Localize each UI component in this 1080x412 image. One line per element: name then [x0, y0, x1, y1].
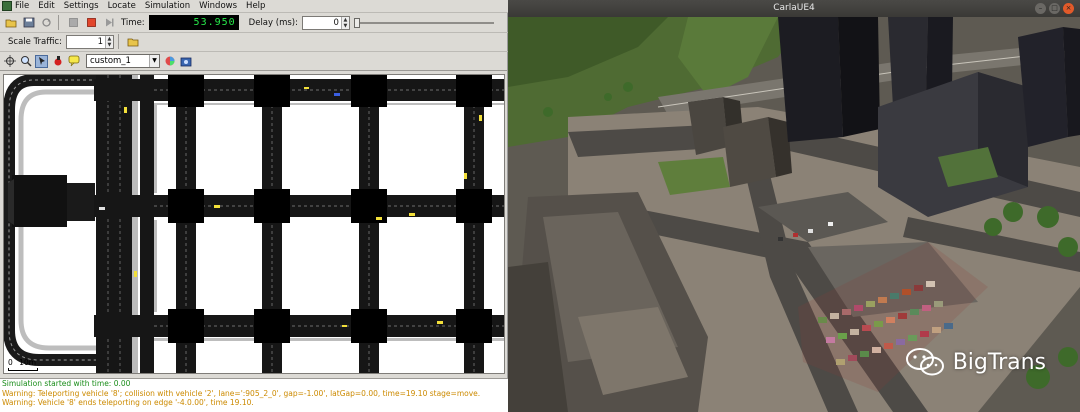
slider-track [353, 21, 494, 24]
sumo-app-icon [2, 1, 12, 11]
network-viewport[interactable]: 0 10m [3, 74, 505, 374]
road-network-map [4, 75, 504, 373]
close-icon[interactable]: × [1063, 3, 1074, 14]
screenshot-icon[interactable] [179, 55, 192, 68]
scale-traffic-spinner[interactable]: 1 ▲ ▼ [65, 34, 114, 49]
locate-icon[interactable] [3, 55, 16, 68]
time-label: Time: [121, 17, 145, 28]
select-icon[interactable] [35, 54, 48, 68]
view-scheme-value: custom_1 [90, 56, 131, 66]
wechat-logo-icon [905, 348, 944, 376]
color-wheel-icon[interactable] [163, 55, 176, 68]
spinner-arrows-icon[interactable]: ▲ ▼ [104, 35, 113, 48]
delay-slider[interactable] [353, 16, 494, 30]
watermark: BigTrans [905, 346, 1046, 378]
menu-locate[interactable]: Locate [108, 1, 136, 11]
folder-open-icon[interactable] [3, 15, 18, 30]
time-display: 53.950 [148, 15, 239, 30]
watermark-text: BigTrans [952, 349, 1046, 375]
scale-zero: 0 [8, 358, 13, 367]
message-window: Simulation started with time: 0.00 Warni… [0, 378, 508, 412]
view-toolbar: custom_1 ▼ [0, 51, 508, 71]
window-controls: – □ × [1035, 3, 1074, 14]
traffic-toolbar: Scale Traffic: 1 ▲ ▼ [0, 32, 508, 50]
tooltip-icon[interactable] [67, 55, 80, 68]
scale-indicator: 0 10m [8, 358, 38, 371]
carla-window-title: CarlaUE4 [773, 3, 815, 13]
menu-help[interactable]: Help [246, 1, 265, 11]
slider-thumb[interactable] [353, 17, 360, 28]
message-line: Warning: Vehicle '8' ends teleporting on… [2, 398, 254, 407]
scale-bar [8, 368, 38, 371]
delay-value: 0 [333, 17, 339, 28]
menu-settings[interactable]: Settings [64, 1, 99, 11]
menu-bar: File Edit Settings Locate Simulation Win… [0, 0, 508, 12]
delay-label: Delay (ms): [248, 17, 298, 28]
chevron-down-icon[interactable]: ▼ [149, 55, 159, 67]
toolbar-separator [58, 15, 59, 30]
view-scheme-select[interactable]: custom_1 ▼ [86, 54, 160, 68]
edit-icon[interactable] [51, 55, 64, 68]
message-line: Warning: Teleporting vehicle '8'; collis… [2, 388, 481, 398]
spinner-arrows-icon[interactable]: ▲ ▼ [340, 16, 349, 29]
maximize-icon[interactable]: □ [1049, 3, 1060, 14]
step-icon[interactable] [102, 15, 117, 30]
menu-edit[interactable]: Edit [38, 1, 54, 11]
scale-label: 10m [19, 358, 37, 367]
save-icon[interactable] [21, 15, 36, 30]
scale-traffic-value: 1 [97, 36, 103, 47]
sumo-gui-window: File Edit Settings Locate Simulation Win… [0, 0, 508, 412]
menu-simulation[interactable]: Simulation [145, 1, 190, 11]
scale-traffic-label: Scale Traffic: [8, 36, 62, 47]
toolbar-separator [117, 34, 119, 49]
carla-window: CarlaUE4 – □ × BigTrans [508, 0, 1080, 412]
menu-windows[interactable]: Windows [199, 1, 237, 11]
zoom-icon[interactable] [19, 55, 32, 68]
minimize-icon[interactable]: – [1035, 3, 1046, 14]
simulation-toolbar: Time: 53.950 Delay (ms): 0 ▲ ▼ [0, 12, 508, 32]
stop-icon[interactable] [84, 15, 99, 30]
message-line: Simulation started with time: 0.00 [2, 379, 131, 388]
reload-icon[interactable] [39, 15, 54, 30]
play-icon[interactable] [66, 15, 81, 30]
folder-icon[interactable] [126, 34, 141, 49]
carla-titlebar: CarlaUE4 – □ × [508, 0, 1080, 17]
menu-file[interactable]: File [15, 1, 29, 11]
delay-spinner[interactable]: 0 ▲ ▼ [301, 15, 350, 30]
